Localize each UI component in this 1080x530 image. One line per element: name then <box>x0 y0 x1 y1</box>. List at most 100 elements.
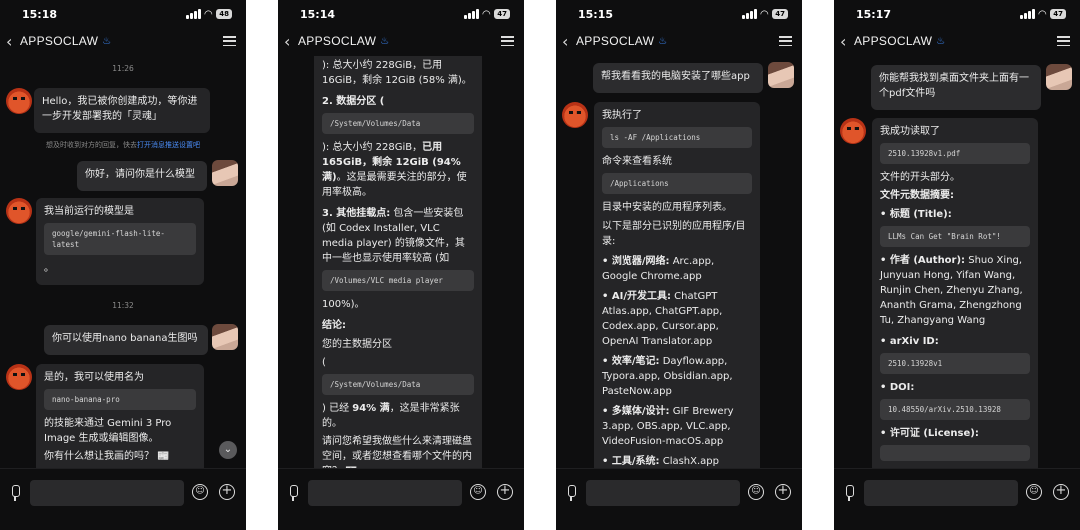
plus-icon[interactable]: + <box>497 484 513 500</box>
list-item-title: 2. 数据分区 ( <box>322 96 385 107</box>
chat-area[interactable]: 11:26 Hello，我已被你创建成功，等你进一步开发部署我的「灵魂」 想及时… <box>0 56 246 468</box>
signal-icon <box>1019 9 1035 19</box>
status-bar: 15:14 ◠ 47 <box>278 0 524 28</box>
chat-header: ‹ APPSOCLAW ♨ <box>556 28 802 54</box>
list-item-title: • 工具/系统: <box>602 456 660 467</box>
chat-header: ‹ APPSOCLAW ♨ <box>278 28 524 54</box>
battery-icon: 47 <box>1050 9 1066 19</box>
message-text: 目录中安装的应用程序列表。 <box>602 202 732 213</box>
phone-screen-3: 15:15 ◠ 47 ‹ APPSOCLAW ♨ 帮我看看我的电脑安装了哪些ap… <box>556 0 802 530</box>
list-item-title: • 浏览器/网络: <box>602 256 670 267</box>
message-input[interactable] <box>30 480 184 506</box>
plus-icon[interactable]: + <box>219 484 235 500</box>
chat-area[interactable]: ): 总大小约 228GiB，已用 16GiB，剩余 12GiB (58% 满)… <box>278 56 524 468</box>
menu-icon[interactable] <box>501 36 514 46</box>
message-text: 是的，我可以使用名为 <box>44 372 144 383</box>
phone-screen-1: 15:18 ◠ 48 ‹ APPSOCLAW ♨ 11:26 Hello，我已被… <box>0 0 246 530</box>
signal-icon <box>741 9 757 19</box>
message-text: 100%)。 <box>322 299 365 310</box>
list-item-title: • arXiv ID: <box>880 336 939 347</box>
chat-title: APPSOCLAW <box>854 34 933 48</box>
flame-icon: ♨ <box>658 35 668 47</box>
code-snippet: 2510.13928v1.pdf <box>880 143 1030 164</box>
list-item: • 浏览器/网络: Arc.app, Google Chrome.app <box>602 254 752 284</box>
battery-icon: 47 <box>772 9 788 19</box>
chat-title: APPSOCLAW <box>576 34 655 48</box>
menu-icon[interactable] <box>779 36 792 46</box>
code-snippet: ls -AF /Applications <box>602 127 752 148</box>
code-snippet: /System/Volumes/Data <box>322 374 474 395</box>
chat-area[interactable]: 帮我看看我的电脑安装了哪些app 我执行了 ls -AF /Applicatio… <box>556 56 802 468</box>
list-item: • 作者 (Author): Shuo Xing, Junyuan Hong, … <box>880 253 1030 328</box>
message-text: 我当前运行的模型是 <box>44 206 134 217</box>
bot-avatar[interactable] <box>6 198 32 224</box>
code-snippet: /Applications <box>602 173 752 194</box>
user-avatar[interactable] <box>1046 64 1072 90</box>
message-text: 文件的开头部分。 <box>880 172 960 183</box>
message-text: 我成功读取了 <box>880 126 940 137</box>
wifi-icon: ◠ <box>760 8 769 20</box>
list-item-title: • DOI: <box>880 382 915 393</box>
list-item-title: • 多媒体/设计: <box>602 406 670 417</box>
list-item-title: • 许可证 (License): <box>880 428 979 439</box>
message-text: 你有什么想让我画的吗？ 📰 <box>44 451 170 462</box>
microphone-icon[interactable] <box>842 483 856 503</box>
code-snippet: nano-banana-pro <box>44 389 196 410</box>
status-bar: 15:15 ◠ 47 <box>556 0 802 28</box>
status-bar: 15:18 ◠ 48 <box>0 0 246 28</box>
message-text: 你能帮我找到桌面文件夹上面有一个pdf文件吗 <box>879 73 1029 99</box>
input-bar: ☺ + <box>0 468 246 530</box>
microphone-icon[interactable] <box>8 483 22 503</box>
user-avatar[interactable] <box>212 324 238 350</box>
flame-icon: ♨ <box>936 35 946 47</box>
message-text: 你好，请问你是什么模型 <box>85 169 195 180</box>
message-text: 结论: <box>322 320 346 331</box>
message-input[interactable] <box>586 480 740 506</box>
emoji-icon[interactable]: ☺ <box>470 484 486 500</box>
plus-icon[interactable]: + <box>1053 484 1069 500</box>
microphone-icon[interactable] <box>286 483 300 503</box>
bot-message: 我执行了 ls -AF /Applications 命令来查看系统 /Appli… <box>594 102 760 468</box>
back-arrow-icon[interactable]: ‹ <box>562 32 576 51</box>
scroll-down-icon[interactable]: ⌄ <box>219 441 237 459</box>
message-input[interactable] <box>864 480 1018 506</box>
message-text: 帮我看看我的电脑安装了哪些app <box>601 71 750 82</box>
text-span: ) 已经 <box>322 403 353 414</box>
microphone-icon[interactable] <box>564 483 578 503</box>
back-arrow-icon[interactable]: ‹ <box>840 32 854 51</box>
message-input[interactable] <box>308 480 462 506</box>
list-item-title: • 作者 (Author): <box>880 255 966 266</box>
bot-avatar[interactable] <box>562 102 588 128</box>
list-item: • 多媒体/设计: GIF Brewery 3.app, OBS.app, VL… <box>602 404 752 449</box>
code-snippet: LLMs Can Get "Brain Rot"! <box>880 226 1030 247</box>
signal-icon <box>185 9 201 19</box>
emoji-icon[interactable]: ☺ <box>748 484 764 500</box>
chat-area[interactable]: 你能帮我找到桌面文件夹上面有一个pdf文件吗 我成功读取了 2510.13928… <box>834 56 1080 468</box>
bot-avatar[interactable] <box>840 118 866 144</box>
push-settings-link[interactable]: 打开消息推送设置吧 <box>137 141 200 149</box>
battery-icon: 47 <box>494 9 510 19</box>
message-text: Hello，我已被你创建成功，等你进一步开发部署我的「灵魂」 <box>42 96 198 122</box>
chat-header: ‹ APPSOCLAW ♨ <box>0 28 246 54</box>
text-span: ): 总大小约 228GiB， <box>322 142 423 153</box>
chat-title: APPSOCLAW <box>298 34 377 48</box>
message-text: 3. 其他挂载点: 包含一些安装包 (如 Codex Installer, VL… <box>322 206 474 266</box>
text-span: 94% 满 <box>352 403 390 414</box>
back-arrow-icon[interactable]: ‹ <box>6 32 20 51</box>
bot-avatar[interactable] <box>6 364 32 390</box>
status-time: 15:15 <box>578 7 614 21</box>
emoji-icon[interactable]: ☺ <box>1026 484 1042 500</box>
menu-icon[interactable] <box>1057 36 1070 46</box>
message-text: 文件元数据摘要: <box>880 190 954 201</box>
back-arrow-icon[interactable]: ‹ <box>284 32 298 51</box>
user-avatar[interactable] <box>768 62 794 88</box>
bot-avatar[interactable] <box>6 88 32 114</box>
emoji-icon[interactable]: ☺ <box>192 484 208 500</box>
list-item-title: • AI/开发工具: <box>602 291 671 302</box>
menu-icon[interactable] <box>223 36 236 46</box>
message-text: ): 总大小约 228GiB，已用 165GiB，剩余 12GiB (94% 满… <box>322 140 474 200</box>
phone-screen-4: 15:17 ◠ 47 ‹ APPSOCLAW ♨ 你能帮我找到桌面文件夹上面有一… <box>834 0 1080 530</box>
message-text: 我执行了 <box>602 110 642 121</box>
user-avatar[interactable] <box>212 160 238 186</box>
plus-icon[interactable]: + <box>775 484 791 500</box>
